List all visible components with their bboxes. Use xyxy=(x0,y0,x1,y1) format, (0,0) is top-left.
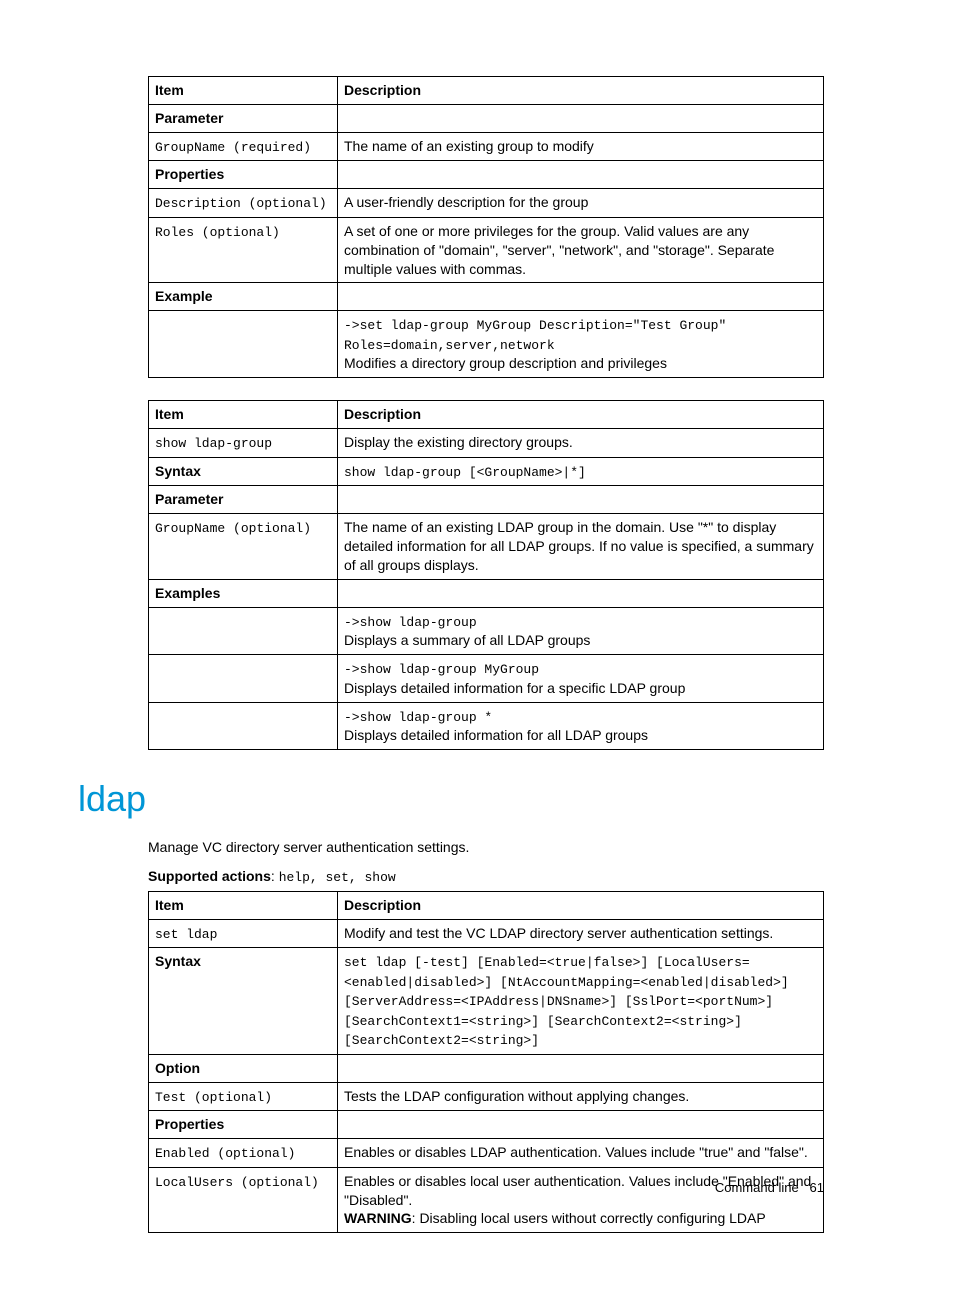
cell-item: GroupName (required) xyxy=(149,132,338,161)
supported-actions-line: Supported actions: help, set, show xyxy=(148,868,824,885)
section-heading-ldap: ldap xyxy=(78,778,824,820)
cell-desc: The name of an existing LDAP group in th… xyxy=(338,514,824,580)
cell-item: Option xyxy=(149,1054,338,1082)
cell-desc: The name of an existing group to modify xyxy=(338,132,824,161)
cell-item xyxy=(149,311,338,378)
table-row: ->set ldap-group MyGroup Description="Te… xyxy=(149,311,824,378)
cell-desc: Tests the LDAP configuration without app… xyxy=(338,1082,824,1111)
cell-desc: Enables or disables local user authentic… xyxy=(338,1167,824,1233)
table-row: Parameter xyxy=(149,486,824,514)
page-footer: Command line 61 xyxy=(715,1180,824,1195)
cell-desc xyxy=(338,104,824,132)
cell-desc xyxy=(338,1111,824,1139)
cell-item: Examples xyxy=(149,579,338,607)
cell-desc xyxy=(338,283,824,311)
table-row: Enabled (optional)Enables or disables LD… xyxy=(149,1139,824,1168)
table-row: Examples xyxy=(149,579,824,607)
cell-desc: ->show ldap-groupDisplays a summary of a… xyxy=(338,607,824,654)
cell-item: Properties xyxy=(149,161,338,189)
table-row: show ldap-groupDisplay the existing dire… xyxy=(149,429,824,458)
cell-item: Parameter xyxy=(149,486,338,514)
cell-item: Example xyxy=(149,283,338,311)
header-item: Item xyxy=(149,77,338,105)
table-set-ldap-group: Item Description ParameterGroupName (req… xyxy=(148,76,824,378)
cell-item: Syntax xyxy=(149,948,338,1055)
intro-text: Manage VC directory server authenticatio… xyxy=(148,838,824,858)
cell-item: set ldap xyxy=(149,919,338,948)
cell-desc xyxy=(338,579,824,607)
table-body: show ldap-groupDisplay the existing dire… xyxy=(149,429,824,750)
cell-desc: Display the existing directory groups. xyxy=(338,429,824,458)
table-body: ParameterGroupName (required)The name of… xyxy=(149,104,824,377)
table-row: Properties xyxy=(149,161,824,189)
cell-item: Description (optional) xyxy=(149,189,338,218)
cell-item xyxy=(149,702,338,749)
cell-desc: show ldap-group [<GroupName>|*] xyxy=(338,457,824,486)
cell-desc: ->show ldap-group *Displays detailed inf… xyxy=(338,702,824,749)
cell-desc xyxy=(338,486,824,514)
cell-desc xyxy=(338,1054,824,1082)
header-item: Item xyxy=(149,891,338,919)
cell-desc: A set of one or more privileges for the … xyxy=(338,217,824,283)
cell-item: Parameter xyxy=(149,104,338,132)
cell-desc: Modify and test the VC LDAP directory se… xyxy=(338,919,824,948)
cell-item: Syntax xyxy=(149,457,338,486)
table-row: Description (optional)A user-friendly de… xyxy=(149,189,824,218)
footer-label: Command line xyxy=(715,1180,799,1195)
table-header-row: Item Description xyxy=(149,77,824,105)
table-row: Syntaxset ldap [-test] [Enabled=<true|fa… xyxy=(149,948,824,1055)
table-row: ->show ldap-group *Displays detailed inf… xyxy=(149,702,824,749)
header-desc: Description xyxy=(338,401,824,429)
table-row: ->show ldap-group MyGroupDisplays detail… xyxy=(149,655,824,702)
table-row: LocalUsers (optional)Enables or disables… xyxy=(149,1167,824,1233)
cell-desc: ->show ldap-group MyGroupDisplays detail… xyxy=(338,655,824,702)
supported-actions: help, set, show xyxy=(279,870,396,885)
table-row: Option xyxy=(149,1054,824,1082)
table-row: Parameter xyxy=(149,104,824,132)
table-row: Properties xyxy=(149,1111,824,1139)
table-row: Roles (optional)A set of one or more pri… xyxy=(149,217,824,283)
footer-page: 61 xyxy=(810,1180,824,1195)
table-show-ldap-group: Item Description show ldap-groupDisplay … xyxy=(148,400,824,750)
cell-desc: ->set ldap-group MyGroup Description="Te… xyxy=(338,311,824,378)
table-header-row: Item Description xyxy=(149,891,824,919)
cell-desc: A user-friendly description for the grou… xyxy=(338,189,824,218)
table-row: GroupName (required)The name of an exist… xyxy=(149,132,824,161)
table-row: Syntaxshow ldap-group [<GroupName>|*] xyxy=(149,457,824,486)
header-item: Item xyxy=(149,401,338,429)
cell-desc: Enables or disables LDAP authentication.… xyxy=(338,1139,824,1168)
cell-item: show ldap-group xyxy=(149,429,338,458)
table-row: ->show ldap-groupDisplays a summary of a… xyxy=(149,607,824,654)
table-row: Example xyxy=(149,283,824,311)
cell-item: Enabled (optional) xyxy=(149,1139,338,1168)
cell-item: GroupName (optional) xyxy=(149,514,338,580)
cell-item: Properties xyxy=(149,1111,338,1139)
table-header-row: Item Description xyxy=(149,401,824,429)
table-row: Test (optional)Tests the LDAP configurat… xyxy=(149,1082,824,1111)
cell-item xyxy=(149,655,338,702)
header-desc: Description xyxy=(338,891,824,919)
cell-item: Test (optional) xyxy=(149,1082,338,1111)
cell-item: Roles (optional) xyxy=(149,217,338,283)
supported-label: Supported actions xyxy=(148,868,271,884)
cell-item: LocalUsers (optional) xyxy=(149,1167,338,1233)
header-desc: Description xyxy=(338,77,824,105)
cell-desc xyxy=(338,161,824,189)
table-row: set ldapModify and test the VC LDAP dire… xyxy=(149,919,824,948)
cell-desc: set ldap [-test] [Enabled=<true|false>] … xyxy=(338,948,824,1055)
table-row: GroupName (optional)The name of an exist… xyxy=(149,514,824,580)
cell-item xyxy=(149,607,338,654)
